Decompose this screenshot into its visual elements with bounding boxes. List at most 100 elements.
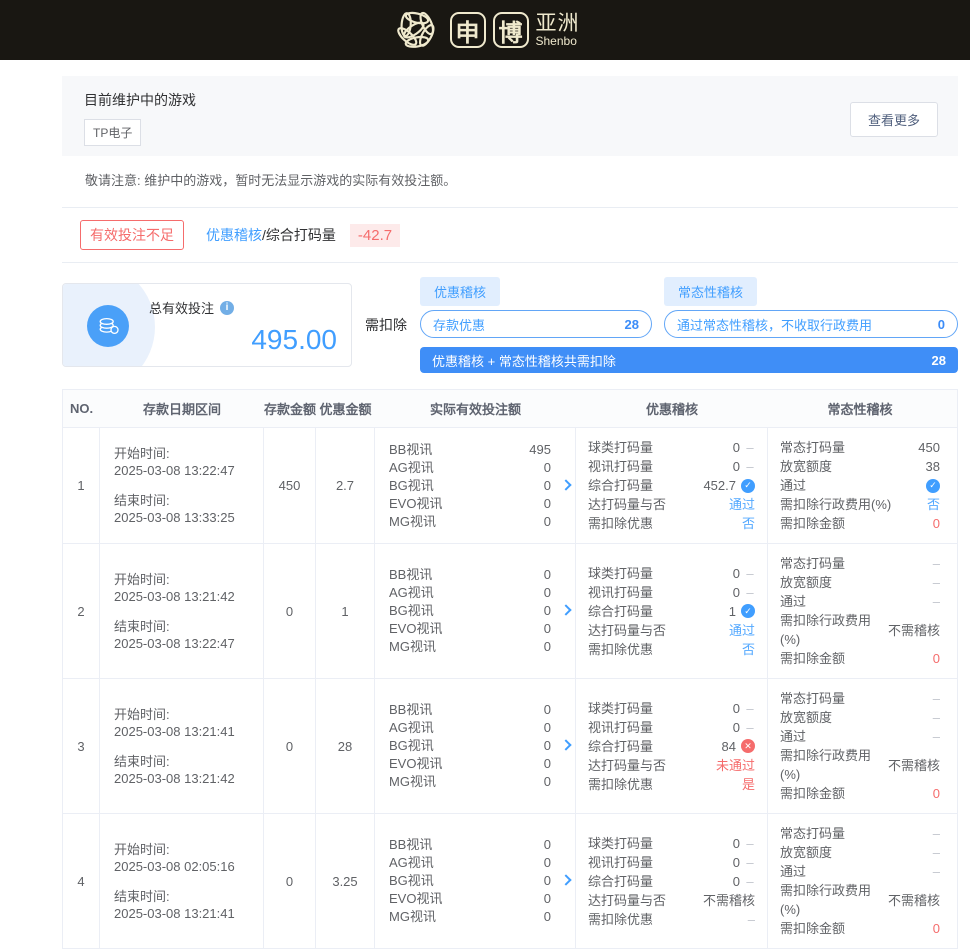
audit-line-label: 球类打码量	[588, 699, 733, 718]
audit-line-label: 常态打码量	[780, 689, 933, 708]
audit-line-value: 0	[733, 872, 740, 891]
game-bet-value: 0	[544, 477, 551, 495]
promo-audit-cell: 球类打码量0–视讯打码量0–综合打码量1✓达打码量与否通过需扣除优惠否	[576, 544, 768, 678]
expand-chevron-icon[interactable]	[560, 479, 571, 490]
actual-bets-cell: BB视讯0AG视讯0BG视讯0EVO视讯0MG视讯0	[375, 544, 576, 678]
game-name: EVO视讯	[389, 620, 442, 638]
regular-deduction-field[interactable]: 通过常态性稽核，不收取行政费用 0	[664, 310, 958, 338]
game-bet-value: 0	[544, 836, 551, 854]
game-name: BB视讯	[389, 441, 432, 459]
end-time-label: 结束时间:	[114, 888, 253, 905]
summary-section: 总有效投注 i 495.00 需扣除 优惠稽核 常态性稽核 存款优惠 28	[62, 277, 958, 373]
audit-line: 视讯打码量0–	[588, 583, 755, 602]
bet-line: AG视讯0	[389, 584, 551, 602]
promo-audit-cell: 球类打码量0–视讯打码量0–综合打码量84✕达打码量与否未通过需扣除优惠是	[576, 679, 768, 813]
maintenance-panel: 目前维护中的游戏 TP电子 查看更多	[62, 76, 958, 156]
info-icon[interactable]: i	[220, 301, 234, 315]
audit-line-value: –	[933, 824, 940, 843]
audit-line-label: 视讯打码量	[588, 853, 733, 872]
header-promo-audit: 优惠稽核	[576, 390, 768, 427]
deposit-amount: 0	[264, 544, 316, 678]
audit-line-label: 综合打码量	[588, 872, 733, 891]
expand-chevron-icon[interactable]	[560, 739, 571, 750]
game-name: MG视讯	[389, 773, 436, 791]
bet-line: MG视讯0	[389, 513, 551, 531]
audit-line: 球类打码量0–	[588, 564, 755, 583]
game-name: BB视讯	[389, 701, 432, 719]
check-icon: ✓	[926, 479, 940, 493]
audit-line-value: 450	[918, 438, 940, 457]
total-valid-bet-label: 总有效投注	[149, 298, 214, 317]
audit-line: 达打码量与否未通过	[588, 756, 755, 775]
audit-line-label: 放宽额度	[780, 457, 926, 476]
tab-promo-audit[interactable]: 优惠稽核	[420, 277, 500, 306]
top-header-bar: 申 博 亚洲 Shenbo	[0, 0, 970, 60]
cross-icon: ✕	[741, 739, 755, 753]
audit-line-value: 否	[742, 640, 755, 659]
expand-chevron-icon[interactable]	[560, 874, 571, 885]
audit-line: 通过–	[780, 592, 940, 611]
audit-line-label: 放宽额度	[780, 708, 933, 727]
start-time-value: 2025-03-08 02:05:16	[114, 858, 253, 875]
promo-audit-cell: 球类打码量0–视讯打码量0–综合打码量0–达打码量与否不需稽核需扣除优惠–	[576, 814, 768, 948]
promo-audit-link[interactable]: 优惠稽核	[206, 225, 262, 245]
audit-line: 需扣除优惠否	[588, 640, 755, 659]
brand-char-2: 博	[493, 12, 529, 48]
game-name: AG视讯	[389, 459, 434, 477]
audit-line-label: 通过	[780, 727, 933, 746]
game-bet-value: 0	[544, 513, 551, 531]
regular-audit-cell: 常态打码量–放宽额度–通过–需扣除行政费用(%)不需稽核需扣除金额0	[768, 679, 952, 813]
end-time-value: 2025-03-08 13:21:41	[114, 905, 253, 922]
audit-line-label: 通过	[780, 592, 933, 611]
view-more-button[interactable]: 查看更多	[850, 102, 938, 137]
start-time-label: 开始时间:	[114, 445, 253, 462]
actual-bets-cell: BB视讯0AG视讯0BG视讯0EVO视讯0MG视讯0	[375, 679, 576, 813]
audit-line: 通过–	[780, 727, 940, 746]
dash-icon: –	[745, 855, 755, 869]
game-bet-value: 0	[544, 719, 551, 737]
game-bet-value: 495	[529, 441, 551, 459]
check-icon: ✓	[741, 604, 755, 618]
dash-icon: –	[745, 701, 755, 715]
tab-regular-audit[interactable]: 常态性稽核	[664, 277, 757, 306]
coins-icon	[87, 305, 129, 347]
audit-line: 放宽额度–	[780, 843, 940, 862]
audit-line-value: 452.7	[703, 476, 736, 495]
end-time-value: 2025-03-08 13:22:47	[114, 635, 253, 652]
table-row: 3开始时间:2025-03-08 13:21:41结束时间:2025-03-08…	[63, 679, 957, 814]
audit-line: 放宽额度–	[780, 573, 940, 592]
table-row: 2开始时间:2025-03-08 13:21:42结束时间:2025-03-08…	[63, 544, 957, 679]
audit-line-value: –	[748, 910, 755, 929]
audit-line-value: 0	[733, 438, 740, 457]
audit-line: 达打码量与否不需稽核	[588, 891, 755, 910]
table-header-row: NO. 存款日期区间 存款金额 优惠金额 实际有效投注额 优惠稽核 常态性稽核	[63, 390, 957, 428]
audit-line-value: 84	[722, 737, 736, 756]
audit-line-label: 常态打码量	[780, 438, 918, 457]
bonus-amount: 2.7	[316, 428, 375, 543]
audit-line: 综合打码量452.7✓	[588, 476, 755, 495]
promo-deduction-field[interactable]: 存款优惠 28	[420, 310, 652, 338]
deposit-amount: 450	[264, 428, 316, 543]
audit-line: 达打码量与否通过	[588, 621, 755, 640]
brand-logo: 申 博 亚洲 Shenbo	[391, 4, 580, 56]
audit-line-value: 0	[933, 649, 940, 668]
date-gap	[114, 479, 253, 492]
bet-line: EVO视讯0	[389, 890, 551, 908]
audit-line: 综合打码量0–	[588, 872, 755, 891]
expand-chevron-icon[interactable]	[560, 604, 571, 615]
bet-line: BG视讯0	[389, 477, 551, 495]
game-name: BG视讯	[389, 872, 434, 890]
bet-line: AG视讯0	[389, 459, 551, 477]
deposit-period-cell: 开始时间:2025-03-08 13:21:41结束时间:2025-03-08 …	[100, 679, 264, 813]
audit-line-label: 需扣除行政费用(%)	[780, 746, 888, 784]
audit-line-value: –	[933, 843, 940, 862]
game-bet-value: 0	[544, 755, 551, 773]
audit-line-value: 不需稽核	[703, 891, 755, 910]
regular-audit-cell: 常态打码量–放宽额度–通过–需扣除行政费用(%)不需稽核需扣除金额0	[768, 544, 952, 678]
game-bet-value: 0	[544, 890, 551, 908]
actual-bets-cell: BB视讯495AG视讯0BG视讯0EVO视讯0MG视讯0	[375, 428, 576, 543]
audit-line-value: 0	[733, 699, 740, 718]
audit-line: 需扣除行政费用(%)不需稽核	[780, 881, 940, 919]
audit-line-label: 球类打码量	[588, 834, 733, 853]
deficit-value: -42.7	[350, 224, 400, 247]
